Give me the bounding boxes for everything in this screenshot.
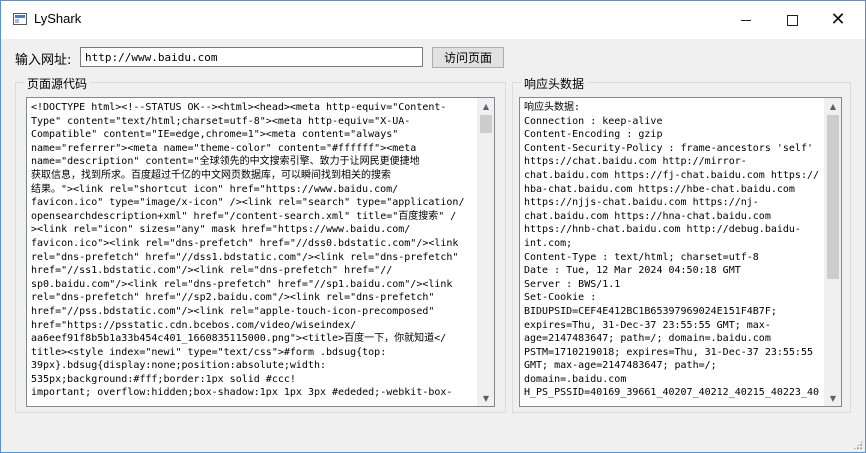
headers-scrollbar[interactable]: ▲ ▼ — [824, 98, 841, 406]
visit-page-button[interactable]: 访问页面 — [432, 47, 504, 68]
url-input[interactable] — [80, 47, 423, 67]
close-icon: ✕ — [830, 9, 846, 30]
minimize-button[interactable] — [723, 1, 769, 39]
text-line: href="//pss.bdstatic.com"/><link rel="ap… — [31, 305, 435, 317]
text-line: opensearchdescription+xml" href="/conten… — [31, 210, 457, 222]
text-line: important; overflow:hidden;box-shadow:1p… — [31, 387, 453, 399]
text-line: GMT; max-age=2147483647; path=/; — [524, 360, 717, 372]
text-line: 39px}.bdsug{display:none;position:absolu… — [31, 360, 327, 372]
text-line: href="//ss1.bdstatic.com"/><link rel="dn… — [31, 265, 393, 277]
scroll-up-icon[interactable]: ▲ — [825, 98, 841, 114]
text-line: favicon.ico" type="image/x-icon" /><link… — [31, 197, 465, 209]
text-line: Content-Type : text/html; charset=utf-8 — [524, 251, 759, 263]
text-line: BIDUPSID=CEF4E412BC1B65397969024E151F4B7… — [524, 305, 777, 317]
text-line: <!DOCTYPE html><!--STATUS OK--><html><he… — [31, 102, 447, 113]
text-line: sp0.baidu.com"/><link rel="dns-prefetch"… — [31, 278, 453, 290]
app-window: LyShark ✕ 输入网址: 访问页面 页面源代码 响应头数据 <!DOCTY… — [0, 0, 866, 453]
maximize-icon — [786, 14, 798, 26]
text-line: Type" content="text/html;charset=utf-8">… — [31, 115, 411, 127]
maximize-button[interactable] — [769, 1, 815, 39]
minimize-icon — [741, 19, 751, 21]
scroll-thumb[interactable] — [480, 115, 492, 133]
source-scrollbar[interactable]: ▲ ▼ — [477, 98, 494, 406]
scroll-up-icon[interactable]: ▲ — [478, 98, 494, 114]
text-line: href="https://psstatic.cdn.bcebos.com/vi… — [31, 319, 357, 331]
source-textbox[interactable]: <!DOCTYPE html><!--STATUS OK--><html><he… — [26, 97, 495, 407]
text-line: aa6eef91f8b5b1a33b454c401_1660835115000.… — [31, 333, 447, 345]
scroll-down-icon[interactable]: ▼ — [825, 390, 841, 406]
text-line: title><style index="newi" type="text/css… — [31, 346, 387, 358]
text-line: rel="dns-prefetch" href="//dss1.bdstatic… — [31, 251, 459, 263]
headers-text: 响应头数据: Connection : keep-alive Content-Enc… — [524, 101, 826, 400]
text-line: favicon.ico"><link rel="dns-prefetch" hr… — [31, 237, 459, 249]
text-line: ><link rel="icon" sizes="any" mask href=… — [31, 224, 411, 236]
text-line: 结果。"><link rel="shortcut icon" href="htt… — [31, 183, 399, 195]
text-line: chat.baidu.com https://fj-chat.baidu.com… — [524, 169, 820, 181]
text-line: age=2147483647; path=/; domain=.baidu.co… — [524, 333, 771, 345]
text-line: rel="dns-prefetch" href="//sp2.baidu.com… — [31, 292, 435, 304]
text-line: domain=.baidu.com — [524, 373, 627, 385]
close-button[interactable]: ✕ — [815, 1, 861, 39]
source-text: <!DOCTYPE html><!--STATUS OK--><html><he… — [31, 101, 479, 400]
text-line: Date : Tue, 12 Mar 2024 04:50:18 GMT — [524, 265, 741, 277]
title-bar[interactable]: LyShark ✕ — [1, 1, 865, 39]
text-line: 获取信息，找到所求。百度超过千亿的中文网页数据库，可以瞬间找到相关的搜索 — [31, 169, 391, 181]
text-line: int.com; — [524, 237, 573, 249]
text-line: Connection : keep-alive — [524, 115, 663, 127]
text-line: expires=Thu, 31-Dec-37 23:55:55 GMT; max… — [524, 319, 771, 331]
headers-textbox[interactable]: 响应头数据: Connection : keep-alive Content-Enc… — [519, 97, 842, 407]
scroll-thumb[interactable] — [827, 115, 839, 279]
text-line: Compatible" content="IE=edge,chrome=1"><… — [31, 129, 399, 141]
text-line: H_PS_PSSID=40169_39661_40207_40212_40215… — [524, 387, 820, 399]
text-line: Server : BWS/1.1 — [524, 278, 621, 290]
app-window-icon — [13, 13, 27, 25]
text-line: PSTM=1710219018; expires=Thu, 31-Dec-37 … — [524, 346, 813, 358]
text-line: hba-chat.baidu.com https://hbe-chat.baid… — [524, 183, 795, 195]
headers-group-title: 响应头数据 — [521, 75, 588, 92]
size-grip-icon[interactable] — [853, 440, 863, 450]
text-line: name="referrer"><meta name="theme-color"… — [31, 142, 417, 154]
scroll-down-icon[interactable]: ▼ — [478, 390, 494, 406]
text-line: 535px;background:#fff;border:1px solid #… — [31, 373, 296, 385]
text-line: Content-Security-Policy : frame-ancestor… — [524, 142, 813, 154]
text-line: name="description" content="全球领先的中文搜索引擎、… — [31, 156, 420, 168]
text-line: Content-Encoding : gzip — [524, 129, 663, 141]
text-line: https://njjs-chat.baidu.com https://nj- — [524, 197, 759, 209]
source-group-title: 页面源代码 — [24, 75, 91, 92]
window-title: LyShark — [34, 11, 82, 26]
text-line: chat.baidu.com https://hna-chat.baidu.co… — [524, 210, 771, 222]
text-line: Set-Cookie : — [524, 292, 597, 304]
text-line: https://chat.baidu.com http://mirror- — [524, 156, 747, 168]
text-line: 响应头数据: — [524, 102, 581, 113]
url-label: 输入网址: — [15, 53, 72, 68]
text-line: https://hnb-chat.baidu.com http://debug.… — [524, 224, 801, 236]
